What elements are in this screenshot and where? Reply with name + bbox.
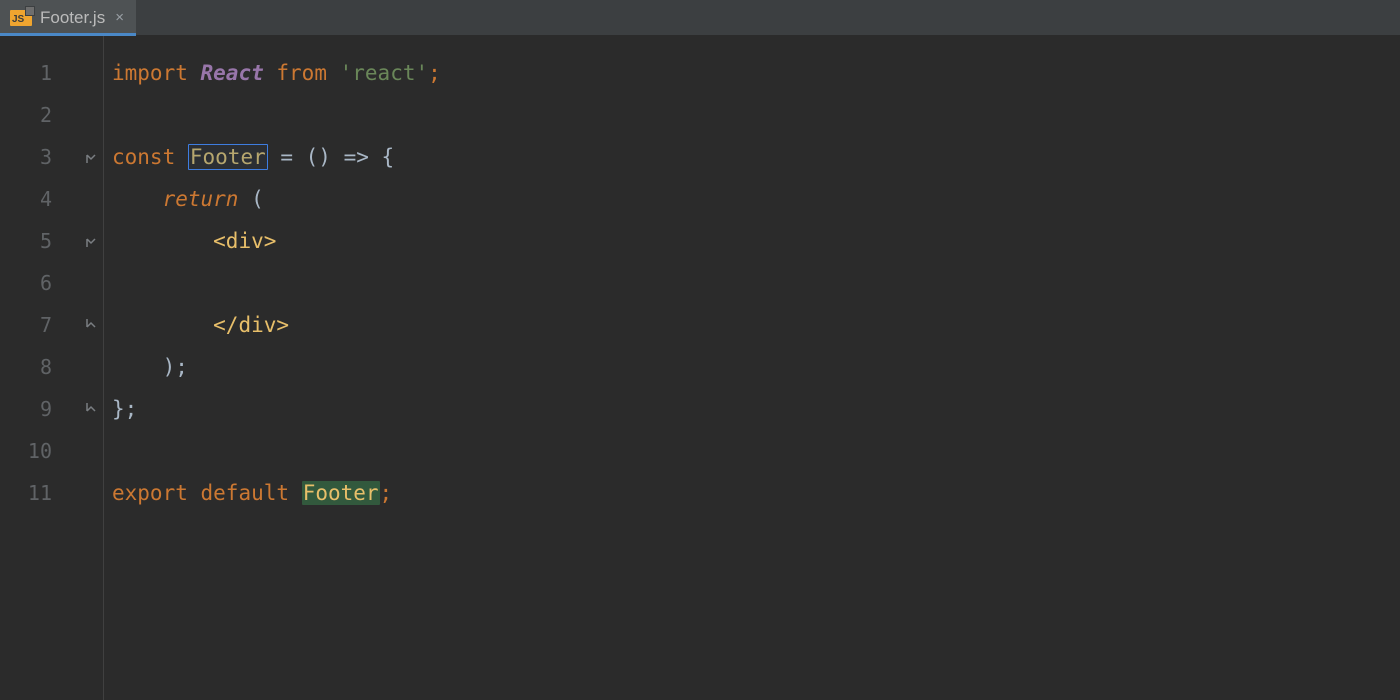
- fold-gutter: [78, 36, 104, 700]
- code-line[interactable]: [104, 262, 1400, 304]
- code-line[interactable]: };: [104, 388, 1400, 430]
- code-line[interactable]: import React from 'react';: [104, 52, 1400, 94]
- line-number[interactable]: 2: [0, 94, 78, 136]
- code-line[interactable]: return (: [104, 178, 1400, 220]
- fold-end-icon[interactable]: [84, 402, 98, 416]
- editor: 1 2 3 4 5 6 7 8 9 10 11 import React fro…: [0, 36, 1400, 700]
- line-number[interactable]: 5: [0, 220, 78, 262]
- jsx-tag: <div>: [213, 229, 276, 253]
- fold-toggle-icon[interactable]: [84, 234, 98, 248]
- selected-symbol[interactable]: Footer: [188, 144, 268, 170]
- code-line[interactable]: );: [104, 346, 1400, 388]
- punct: ;: [428, 61, 441, 85]
- line-number[interactable]: 10: [0, 430, 78, 472]
- line-number[interactable]: 9: [0, 388, 78, 430]
- keyword: export: [112, 481, 188, 505]
- code-line[interactable]: <div>: [104, 220, 1400, 262]
- punct: ;: [380, 481, 393, 505]
- keyword: default: [201, 481, 290, 505]
- file-tab[interactable]: JS Footer.js ×: [0, 0, 136, 35]
- keyword: return: [163, 187, 239, 211]
- fold-end-icon[interactable]: [84, 318, 98, 332]
- text: );: [112, 355, 188, 379]
- string-literal: 'react': [340, 61, 429, 85]
- code-area[interactable]: import React from 'react'; const Footer …: [104, 36, 1400, 700]
- code-line[interactable]: </div>: [104, 304, 1400, 346]
- code-line[interactable]: [104, 430, 1400, 472]
- keyword: import: [112, 61, 188, 85]
- text: };: [112, 397, 137, 421]
- keyword: from: [276, 61, 327, 85]
- line-number[interactable]: 8: [0, 346, 78, 388]
- jsx-tag: </div>: [213, 313, 289, 337]
- tab-bar: JS Footer.js ×: [0, 0, 1400, 36]
- text: = () => {: [268, 145, 394, 169]
- close-icon[interactable]: ×: [113, 9, 126, 26]
- punct: (: [238, 187, 263, 211]
- line-number-gutter: 1 2 3 4 5 6 7 8 9 10 11: [0, 36, 78, 700]
- tab-filename: Footer.js: [40, 8, 105, 28]
- code-line[interactable]: const Footer = () => {: [104, 136, 1400, 178]
- fold-toggle-icon[interactable]: [84, 150, 98, 164]
- code-line[interactable]: [104, 94, 1400, 136]
- line-number[interactable]: 1: [0, 52, 78, 94]
- line-number[interactable]: 7: [0, 304, 78, 346]
- js-file-icon: JS: [10, 10, 32, 26]
- code-line[interactable]: export default Footer;: [104, 472, 1400, 514]
- line-number[interactable]: 6: [0, 262, 78, 304]
- line-number[interactable]: 3: [0, 136, 78, 178]
- line-number[interactable]: 11: [0, 472, 78, 514]
- line-number[interactable]: 4: [0, 178, 78, 220]
- identifier: React: [201, 61, 264, 85]
- keyword: const: [112, 145, 175, 169]
- symbol-occurrence[interactable]: Footer: [302, 481, 380, 505]
